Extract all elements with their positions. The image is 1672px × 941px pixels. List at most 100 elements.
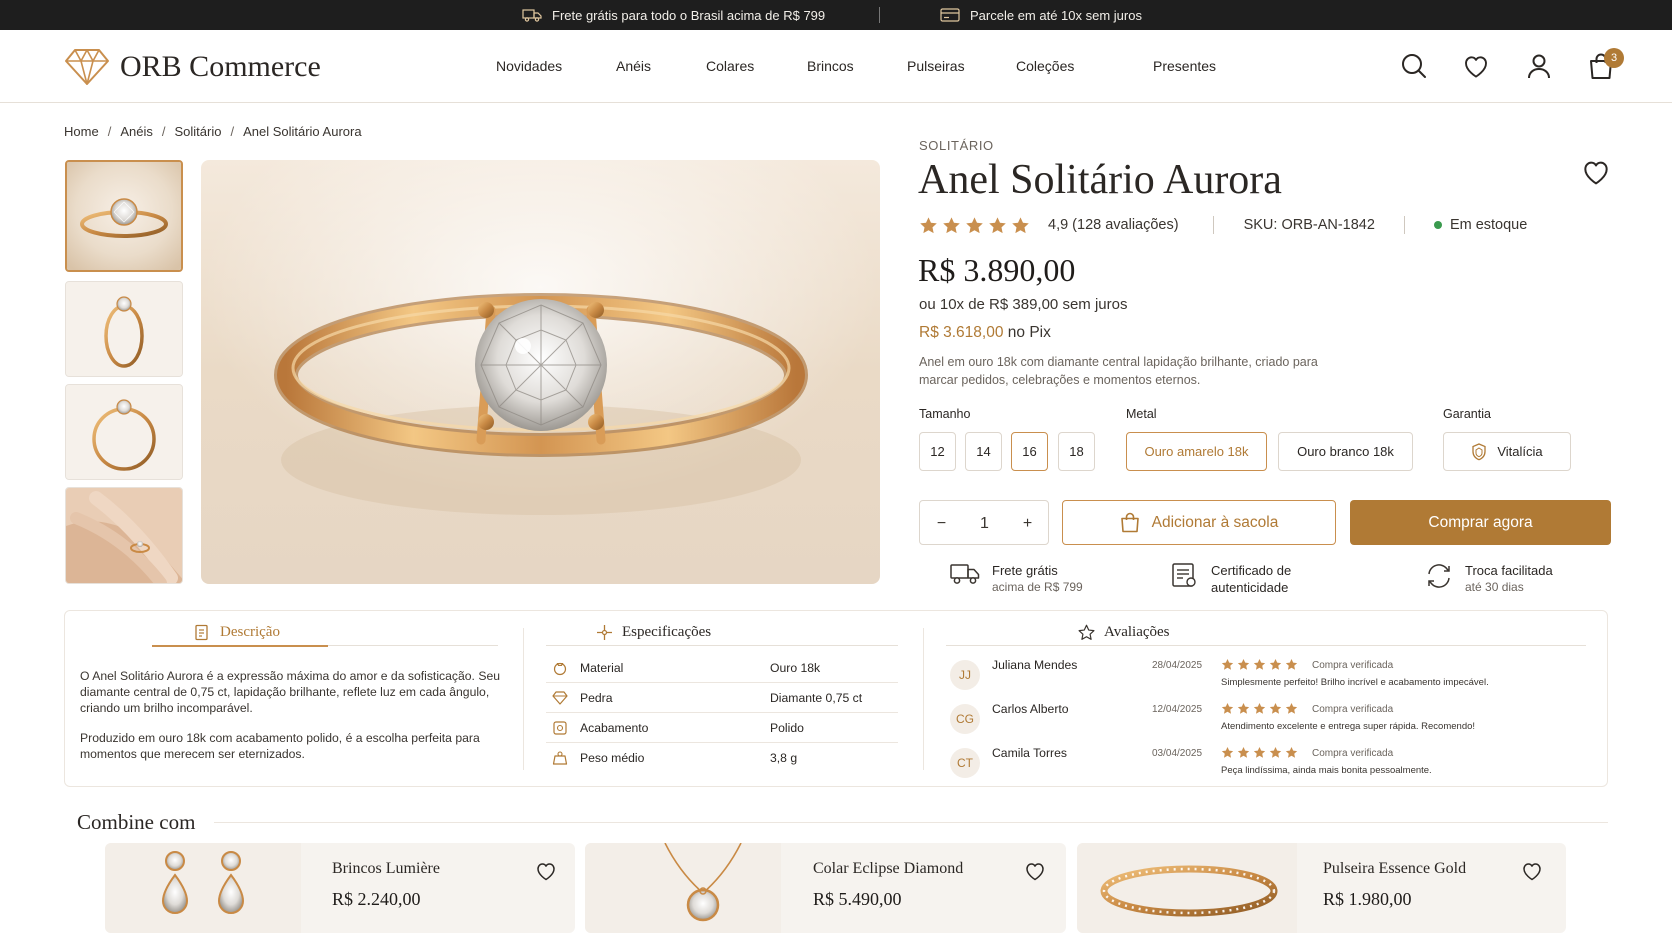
quantity-increase-button[interactable]: +	[1006, 501, 1049, 546]
benefit-easy-exchange: Troca facilitada até 30 dias	[1425, 562, 1553, 595]
add-to-bag-button[interactable]: Adicionar à sacola	[1062, 500, 1336, 545]
review-date: 28/04/2025	[1152, 660, 1203, 671]
metal-option-white-gold[interactable]: Ouro branco 18k	[1278, 432, 1413, 471]
breadcrumb-home[interactable]: Home	[64, 124, 99, 139]
product-card-price: R$ 1.980,00	[1323, 889, 1412, 909]
tab-specifications-label: Especificações	[622, 623, 712, 640]
size-option-14[interactable]: 14	[965, 432, 1002, 471]
logo-text: ORB Commerce	[120, 50, 321, 83]
star-icon	[1285, 658, 1298, 671]
spec-label: Material	[580, 660, 624, 675]
product-card-necklace[interactable]: Colar Eclipse Diamond R$ 5.490,00	[585, 843, 1066, 933]
buy-now-button[interactable]: Comprar agora	[1350, 500, 1611, 545]
product-card-image[interactable]	[1077, 843, 1297, 933]
star-icon	[1237, 746, 1250, 759]
truck-icon	[522, 9, 542, 22]
combine-section-title: Combine com	[77, 810, 196, 834]
review-text: Atendimento excelente e entrega super rá…	[1221, 721, 1476, 732]
metal-option-yellow-gold[interactable]: Ouro amarelo 18k	[1126, 432, 1267, 471]
stock-indicator-icon	[1433, 221, 1442, 229]
gallery-thumb-3[interactable]	[65, 384, 183, 480]
pix-label: no Pix	[1007, 324, 1051, 341]
size-option-18[interactable]: 18	[1058, 432, 1095, 471]
nav-brincos[interactable]: Brincos	[807, 58, 854, 74]
quantity-value[interactable]: 1	[963, 501, 1006, 546]
product-wishlist-button[interactable]	[1580, 156, 1612, 188]
divider	[1403, 216, 1405, 234]
product-card-image[interactable]	[585, 843, 781, 933]
rating-text[interactable]: 4,9 (128 avaliações)	[1048, 217, 1179, 233]
spec-row-finish: Acabamento Polido	[546, 713, 898, 743]
review-date: 12/04/2025	[1152, 704, 1203, 715]
nav-novidades[interactable]: Novidades	[496, 58, 562, 74]
product-card-earrings[interactable]: Brincos Lumière R$ 2.240,00	[105, 843, 575, 933]
size-option-12[interactable]: 12	[919, 432, 956, 471]
gallery-thumb-1[interactable]	[65, 160, 183, 272]
account-button[interactable]	[1523, 50, 1555, 82]
certificate-icon	[1172, 563, 1196, 587]
site-header: ORB Commerce Novidades Anéis Colares Bri…	[0, 30, 1672, 103]
product-card-bracelet[interactable]: Pulseira Essence Gold R$ 1.980,00	[1077, 843, 1566, 933]
tab-reviews[interactable]: Avaliações	[1078, 619, 1170, 645]
benefit-subtitle: até 30 dias	[1465, 580, 1524, 594]
star-icon	[1237, 658, 1250, 671]
nav-pulseiras[interactable]: Pulseiras	[907, 58, 965, 74]
diamond-logo-icon	[65, 49, 109, 85]
verified-purchase-label: Compra verificada	[1312, 748, 1394, 759]
heart-icon	[1461, 51, 1491, 81]
review-text: Simplesmente perfeito! Brilho incrível e…	[1221, 677, 1489, 688]
add-to-bag-label: Adicionar à sacola	[1151, 513, 1279, 531]
verified-purchase-label: Compra verificada	[1312, 660, 1394, 671]
spec-value: 3,8 g	[770, 751, 798, 765]
wishlist-button[interactable]	[1460, 50, 1492, 82]
active-tab-underline	[152, 645, 328, 647]
search-button[interactable]	[1398, 50, 1430, 82]
tab-description[interactable]: Descrição	[194, 619, 280, 645]
metal-label: Metal	[1126, 407, 1157, 421]
ring-icon	[553, 662, 567, 675]
star-icon	[1237, 702, 1250, 715]
product-card-wishlist-button[interactable]	[534, 859, 558, 883]
spec-label: Acabamento	[580, 720, 649, 735]
nav-colecoes[interactable]: Coleções	[1016, 58, 1074, 74]
star-icon	[988, 216, 1007, 235]
star-outline-icon	[1078, 624, 1095, 640]
main-product-image[interactable]	[201, 160, 880, 584]
spec-label: Peso médio	[580, 751, 645, 765]
quantity-decrease-button[interactable]: −	[920, 501, 963, 546]
tab-specifications[interactable]: Especificações	[596, 619, 711, 645]
tab-divider	[546, 645, 898, 646]
shipping-text: Frete grátis para todo o Brasil acima de…	[552, 7, 826, 23]
tab-description-label: Descrição	[220, 623, 280, 640]
nav-presentes[interactable]: Presentes	[1153, 58, 1216, 74]
gallery-thumb-2[interactable]	[65, 281, 183, 377]
product-title: Anel Solitário Aurora	[918, 157, 1282, 203]
breadcrumb-solitario[interactable]: Solitário	[174, 124, 221, 139]
warranty-option[interactable]: Vitalícia	[1443, 432, 1571, 471]
size-option-16[interactable]: 16	[1011, 432, 1048, 471]
pix-price: R$ 3.618,00	[919, 324, 1004, 341]
benefit-certificate: Certificado de autenticidade	[1171, 562, 1291, 596]
breadcrumb-aneis[interactable]: Anéis	[120, 124, 153, 139]
reviewer-name: Carlos Alberto	[992, 702, 1069, 716]
product-card-image[interactable]	[105, 843, 301, 933]
benefit-title: Certificado de	[1211, 563, 1292, 578]
nav-aneis[interactable]: Anéis	[616, 58, 651, 74]
product-card-wishlist-button[interactable]	[1520, 859, 1544, 883]
nav-colares[interactable]: Colares	[706, 58, 754, 74]
benefit-free-shipping: Frete grátis acima de R$ 799	[950, 562, 1083, 595]
reviewer-name: Camila Torres	[992, 746, 1067, 760]
star-icon	[1221, 702, 1234, 715]
product-card-name: Brincos Lumière	[332, 860, 440, 877]
product-card-wishlist-button[interactable]	[1023, 859, 1047, 883]
tab-divider	[946, 645, 1586, 646]
warranty-label: Garantia	[1443, 407, 1491, 421]
gallery-thumb-4[interactable]	[65, 487, 183, 584]
breadcrumb-separator: /	[230, 124, 235, 139]
product-card-name: Colar Eclipse Diamond	[813, 860, 964, 877]
rating-row: 4,9 (128 avaliações) SKU: ORB-AN-1842 Em…	[919, 214, 1527, 236]
logo[interactable]: ORB Commerce	[64, 48, 321, 86]
star-icon	[965, 216, 984, 235]
warranty-value: Vitalícia	[1497, 444, 1543, 459]
breadcrumb-separator: /	[161, 124, 166, 139]
